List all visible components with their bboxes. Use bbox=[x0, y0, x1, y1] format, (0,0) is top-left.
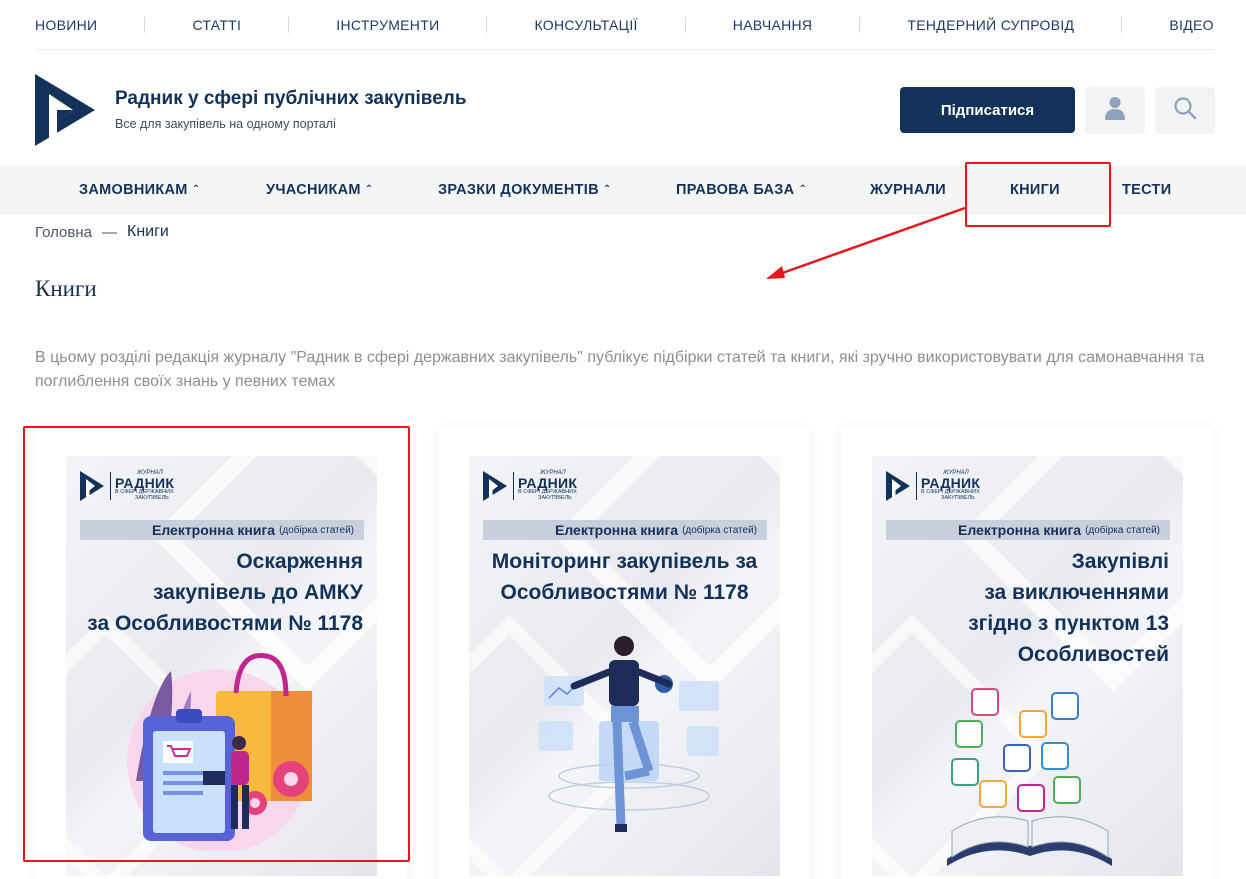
top-nav-training[interactable]: НАВЧАННЯ bbox=[733, 17, 813, 33]
monitoring-person-illustration-icon bbox=[539, 636, 719, 832]
divider bbox=[486, 16, 488, 33]
open-book-icons-illustration-icon bbox=[947, 688, 1112, 866]
logo-main-label: РАДНИК bbox=[921, 475, 981, 491]
page-title: Книги bbox=[35, 276, 97, 301]
divider bbox=[288, 16, 290, 33]
section-intro: В цьому розділі редакція журналу "Радник… bbox=[35, 349, 1205, 390]
site-logo-icon[interactable] bbox=[35, 74, 95, 146]
annotation-box-first-book bbox=[23, 426, 410, 862]
menu-customers[interactable]: ЗАМОВНИКАМ ⌃ bbox=[79, 165, 200, 215]
top-nav-video[interactable]: ВІДЕО bbox=[1169, 17, 1213, 33]
book-title-line: Моніторинг закупівель за bbox=[491, 550, 758, 573]
logo-line-2: ЗАКУПІВЕЛЬ bbox=[538, 494, 572, 501]
cover-logo-text: ЖУРНАЛ РАДНИК В СФЕРІ ДЕРЖАВНИХ ЗАКУПІВЕ… bbox=[921, 470, 980, 501]
cover-type-band: Електронна книга (добірка статей) bbox=[483, 520, 767, 540]
search-button[interactable] bbox=[1155, 87, 1215, 134]
site-tagline: Все для закупівель на одному порталі bbox=[115, 117, 336, 131]
menu-label: УЧАСНИКАМ bbox=[266, 182, 361, 198]
divider bbox=[144, 16, 146, 33]
book-card[interactable]: ЖУРНАЛ РАДНИК В СФЕРІ ДЕРЖАВНИХ ЗАКУПІВЕ… bbox=[841, 427, 1213, 879]
menu-label: ПРАВОВА БАЗА bbox=[676, 182, 795, 198]
book-card[interactable]: ЖУРНАЛ РАДНИК В СФЕРІ ДЕРЖАВНИХ ЗАКУПІВЕ… bbox=[438, 427, 810, 879]
subscribe-button[interactable]: Підписатися bbox=[900, 87, 1075, 133]
menu-label: ЗАМОВНИКАМ bbox=[79, 182, 188, 198]
cover-type-label: Електронна книга bbox=[957, 522, 1082, 538]
book-title-line: Закупівлі bbox=[1071, 550, 1169, 573]
journal-logo-icon bbox=[886, 470, 910, 501]
book-cover[interactable]: ЖУРНАЛ РАДНИК В СФЕРІ ДЕРЖАВНИХ ЗАКУПІВЕ… bbox=[872, 456, 1183, 876]
top-nav-tender-support[interactable]: ТЕНДЕРНИЙ СУПРОВІД bbox=[907, 17, 1074, 33]
cover-type-note: (добірка статей) bbox=[1085, 524, 1160, 536]
logo-line-2: ЗАКУПІВЕЛЬ bbox=[941, 494, 975, 501]
divider bbox=[513, 471, 514, 500]
book-title: Закупівлі за виключеннями згідно з пункт… bbox=[968, 546, 1169, 670]
book-title-line: Особливостей bbox=[1017, 643, 1169, 666]
divider bbox=[684, 16, 686, 33]
breadcrumb-current: Книги bbox=[127, 223, 169, 240]
cover-logo: ЖУРНАЛ РАДНИК В СФЕРІ ДЕРЖАВНИХ ЗАКУПІВЕ… bbox=[483, 470, 577, 501]
breadcrumb: Головна — Книги bbox=[35, 223, 169, 241]
chevron-up-icon: ⌃ bbox=[798, 183, 808, 195]
book-title-line: згідно з пунктом 13 bbox=[968, 612, 1169, 635]
book-title-line: за виключеннями bbox=[984, 581, 1169, 604]
chevron-up-icon: ⌃ bbox=[191, 183, 201, 195]
divider bbox=[1121, 16, 1123, 33]
user-icon bbox=[1105, 96, 1125, 125]
menu-tests[interactable]: ТЕСТИ bbox=[1122, 165, 1171, 215]
breadcrumb-separator: — bbox=[102, 223, 117, 241]
top-nav-articles[interactable]: СТАТТІ bbox=[192, 17, 241, 33]
menu-participants[interactable]: УЧАСНИКАМ ⌃ bbox=[266, 165, 373, 215]
annotation-box-books bbox=[965, 162, 1111, 227]
top-nav: НОВИНИ СТАТТІ ІНСТРУМЕНТИ КОНСУЛЬТАЦІЇ Н… bbox=[35, 0, 1214, 50]
search-icon bbox=[1173, 96, 1197, 125]
menu-document-samples[interactable]: ЗРАЗКИ ДОКУМЕНТІВ ⌃ bbox=[438, 165, 612, 215]
cover-logo-text: ЖУРНАЛ РАДНИК В СФЕРІ ДЕРЖАВНИХ ЗАКУПІВЕ… bbox=[518, 470, 577, 501]
breadcrumb-home[interactable]: Головна bbox=[35, 224, 92, 241]
logo-main-label: РАДНИК bbox=[518, 475, 578, 491]
top-nav-consultations[interactable]: КОНСУЛЬТАЦІЇ bbox=[535, 17, 638, 33]
journal-logo-icon bbox=[483, 470, 507, 501]
cover-logo: ЖУРНАЛ РАДНИК В СФЕРІ ДЕРЖАВНИХ ЗАКУПІВЕ… bbox=[886, 470, 980, 501]
chevron-up-icon: ⌃ bbox=[602, 183, 612, 195]
annotation-arrow-icon bbox=[766, 206, 966, 279]
menu-label: ТЕСТИ bbox=[1122, 182, 1172, 198]
menu-label: ЖУРНАЛИ bbox=[870, 182, 946, 198]
book-title: Моніторинг закупівель за Особливостями №… bbox=[483, 546, 766, 608]
cover-type-band: Електронна книга (добірка статей) bbox=[886, 520, 1170, 540]
divider bbox=[916, 471, 917, 500]
menu-label: ЗРАЗКИ ДОКУМЕНТІВ bbox=[438, 182, 599, 198]
site-title[interactable]: Радник у сфері публічних закупівель bbox=[115, 88, 467, 110]
book-cover[interactable]: ЖУРНАЛ РАДНИК В СФЕРІ ДЕРЖАВНИХ ЗАКУПІВЕ… bbox=[469, 456, 780, 876]
cover-type-note: (добірка статей) bbox=[682, 524, 757, 536]
book-title-line: Особливостями № 1178 bbox=[500, 581, 749, 604]
divider bbox=[859, 16, 861, 33]
cover-type-label: Електронна книга bbox=[554, 522, 679, 538]
account-button[interactable] bbox=[1085, 87, 1145, 134]
site-header: Радник у сфері публічних закупівель Все … bbox=[35, 74, 1215, 146]
top-nav-news[interactable]: НОВИНИ bbox=[35, 17, 97, 33]
chevron-up-icon: ⌃ bbox=[364, 183, 374, 195]
top-nav-tools[interactable]: ІНСТРУМЕНТИ bbox=[336, 17, 439, 33]
